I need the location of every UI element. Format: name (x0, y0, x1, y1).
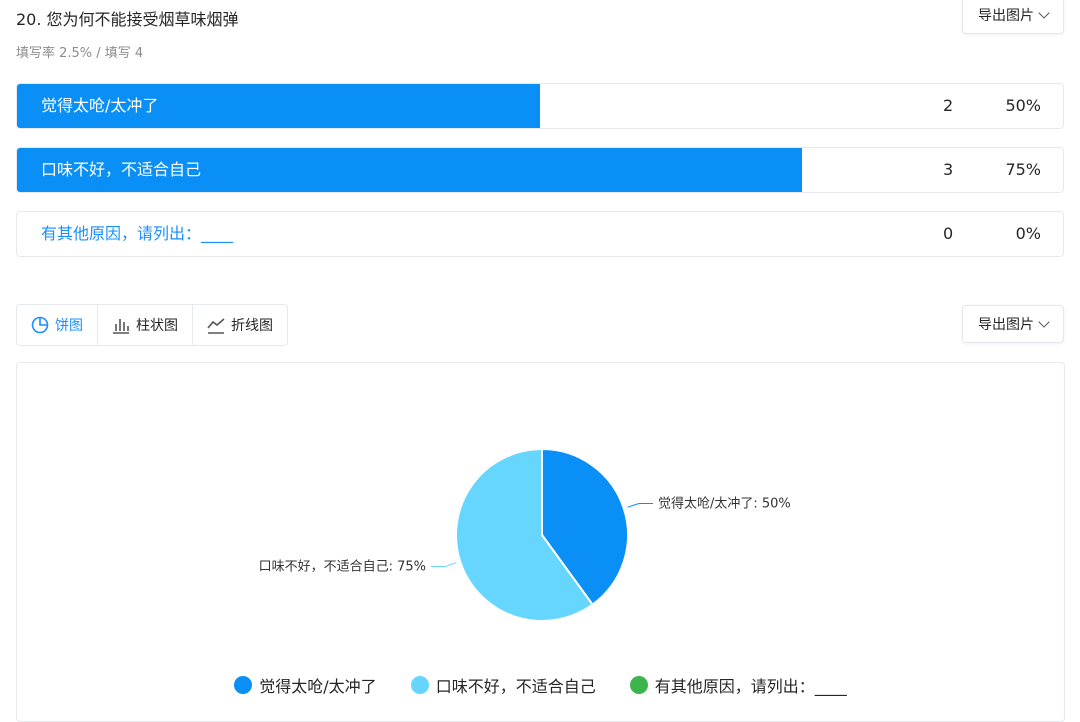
option-count: 2 (943, 96, 954, 115)
option-label: 有其他原因，请列出：____ (41, 224, 234, 243)
chart-panel: 觉得太呛/太冲了: 50% 口味不好，不适合自己: 75% 觉得太呛/太冲了 口味… (16, 362, 1065, 722)
line-chart-icon (207, 316, 225, 334)
legend-marker (629, 676, 648, 694)
chart-legend: 觉得太呛/太冲了 口味不好，不适合自己 有其他原因，请列出：____ (17, 673, 1064, 697)
tab-label: 折线图 (231, 318, 273, 334)
legend-marker (410, 676, 429, 694)
tab-label: 柱状图 (136, 318, 178, 334)
option-percent: 0% (1015, 224, 1041, 243)
option-count: 0 (943, 224, 954, 243)
legend-label: 觉得太呛/太冲了 (259, 677, 377, 696)
chevron-down-icon (1038, 7, 1050, 19)
pie-chart-icon (31, 316, 49, 334)
option-label: 口味不好，不适合自己 (41, 160, 202, 179)
slice-label-line (430, 562, 457, 568)
pie-chart: 觉得太呛/太冲了: 50% 口味不好，不适合自己: 75% (259, 447, 791, 622)
legend-label: 有其他原因，请列出：____ (654, 677, 847, 696)
tab-bar-chart[interactable]: 柱状图 (98, 305, 193, 345)
legend-label: 口味不好，不适合自己 (435, 677, 596, 696)
option-row: 觉得太呛/太冲了 2 50% (16, 83, 1064, 129)
export-label: 导出图片 (978, 8, 1034, 24)
option-count: 3 (943, 160, 954, 179)
chart-type-tabs: 饼图 柱状图 折线图 (16, 304, 288, 346)
slice-label: 觉得太呛/太冲了: 50% (658, 495, 791, 511)
legend-item[interactable]: 觉得太呛/太冲了 (234, 673, 377, 697)
chevron-down-icon (1038, 316, 1050, 328)
option-percent: 50% (1005, 96, 1041, 115)
slice-label: 口味不好，不适合自己: 75% (259, 560, 426, 575)
export-image-button[interactable]: 导出图片 (962, 0, 1064, 34)
legend-item[interactable]: 有其他原因，请列出：____ (629, 673, 847, 697)
tab-pie-chart[interactable]: 饼图 (17, 305, 98, 345)
question-title: 20. 您为何不能接受烟草味烟弹 (16, 10, 239, 29)
slice-label-line (627, 502, 654, 508)
option-row: 口味不好，不适合自己 3 75% (16, 147, 1064, 193)
option-row: 有其他原因，请列出：____ 0 0% (16, 211, 1064, 257)
legend-item[interactable]: 口味不好，不适合自己 (410, 673, 596, 697)
option-label: 觉得太呛/太冲了 (41, 96, 159, 115)
tab-line-chart[interactable]: 折线图 (193, 305, 287, 345)
tab-label: 饼图 (55, 318, 83, 334)
option-percent: 75% (1005, 160, 1041, 179)
export-label: 导出图片 (978, 317, 1034, 333)
export-chart-button[interactable]: 导出图片 (962, 305, 1064, 343)
legend-marker (234, 676, 253, 694)
bar-chart-icon (112, 316, 130, 334)
question-meta: 填写率 2.5% / 填写 4 (16, 46, 144, 61)
